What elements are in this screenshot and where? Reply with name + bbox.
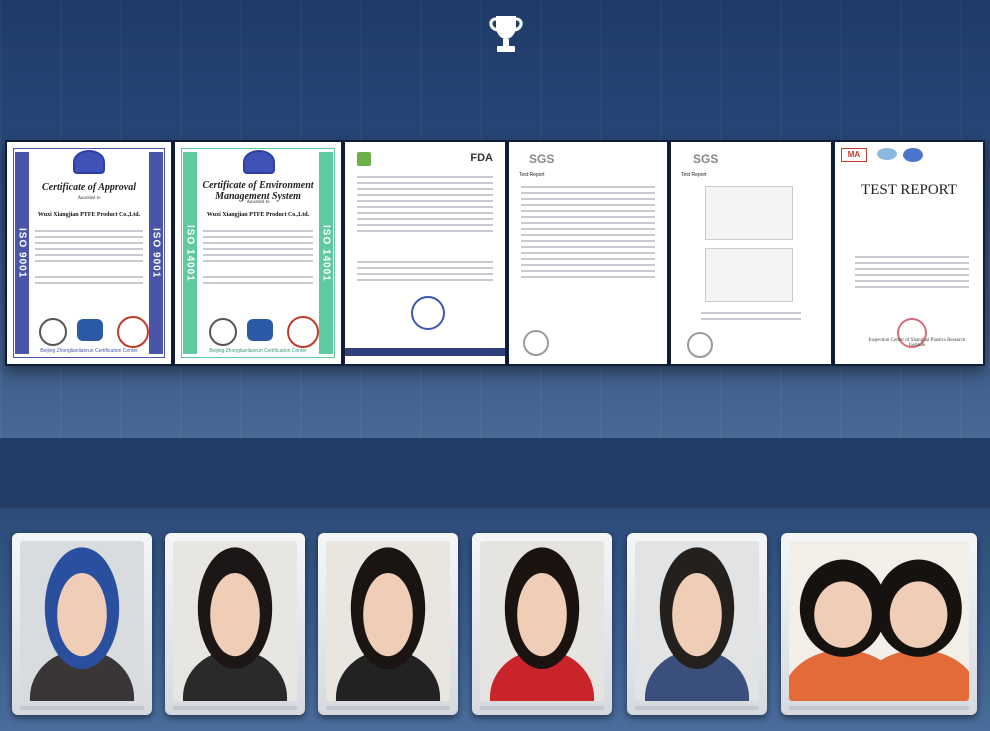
certificate-footer: Beijing Zhonglianlianrun Certification C… [40, 348, 138, 354]
certificate-awarded: Awarded to [77, 196, 101, 201]
certificate-sgs-report-2[interactable]: SGS Test Report [671, 142, 831, 364]
document-table [357, 257, 493, 297]
face [672, 573, 722, 657]
certificate-awarded: Awarded to [246, 200, 270, 205]
face [814, 581, 872, 648]
sgs-logo [523, 330, 549, 356]
staff-photo-6[interactable] [781, 533, 977, 715]
report-subhead: Test Report [519, 172, 545, 178]
staff-photo [326, 541, 450, 701]
accreditation-logo [903, 148, 923, 162]
staff-photo-1[interactable] [12, 533, 152, 715]
team-photo-row [0, 533, 990, 723]
certificate-footer: Beijing Zhonglianlianrun Certification C… [209, 348, 307, 354]
face [57, 573, 107, 657]
certificate-body-text [35, 226, 143, 268]
certificate-title: Certificate of Approval [41, 182, 137, 193]
iaf-logo [77, 319, 103, 341]
iaf-logo [247, 319, 273, 341]
red-seal [287, 316, 319, 348]
certificate-company: Wuxi Xiangjian PTFE Product Co.,Ltd. [206, 212, 310, 218]
certificate-company: Wuxi Xiangjian PTFE Product Co.,Ltd. [37, 212, 141, 218]
report-issuer: Inspection Center of Shanghai Plastics R… [868, 338, 966, 348]
face [889, 581, 948, 648]
certification-logo [209, 318, 237, 346]
sgs-brand: SGS [529, 152, 555, 166]
certificate-side-label: ISO 14001 [183, 152, 197, 354]
portrait-silhouette [789, 541, 969, 701]
portrait-silhouette [173, 541, 297, 701]
certificate-emblem [243, 150, 275, 174]
document-footer-bar [345, 348, 505, 356]
certificate-side-label: ISO 9001 [149, 152, 163, 354]
cma-stamp: MA [841, 148, 867, 162]
sample-photo [705, 248, 793, 302]
staff-photo [173, 541, 297, 701]
certificate-emblem [73, 150, 105, 174]
portrait-silhouette [635, 541, 759, 701]
red-seal [117, 316, 149, 348]
staff-photo-5[interactable] [627, 533, 767, 715]
report-fields [855, 252, 969, 302]
certificate-fda[interactable]: FDA [345, 142, 505, 364]
fda-brand: FDA [470, 152, 493, 164]
staff-photo-4[interactable] [472, 533, 612, 715]
portrait-silhouette [326, 541, 450, 701]
sgs-logo [687, 332, 713, 358]
certificate-side-label: ISO 14001 [319, 152, 333, 354]
staff-photo [20, 541, 144, 701]
document-body-text [357, 172, 493, 252]
trophy-icon [489, 16, 523, 52]
staff-photo [789, 541, 969, 701]
report-heading: TEST REPORT [861, 182, 957, 198]
staff-photo [635, 541, 759, 701]
certificate-sgs-report-1[interactable]: SGS Test Report [509, 142, 667, 364]
face [210, 573, 260, 657]
certificate-signatures [203, 272, 313, 292]
accreditation-logo [877, 148, 897, 160]
report-subhead: Test Report [681, 172, 707, 178]
portrait-silhouette [20, 541, 144, 701]
document-body-text [701, 308, 801, 322]
certificate-side-label: ISO 9001 [15, 152, 29, 354]
certificate-iso-14001[interactable]: ISO 14001 ISO 14001 Certificate of Envir… [175, 142, 341, 364]
staff-photo-2[interactable] [165, 533, 305, 715]
face [517, 573, 567, 657]
certification-logo [39, 318, 67, 346]
staff-photo [480, 541, 604, 701]
certificate-signatures [35, 272, 143, 292]
sgs-brand: SGS [693, 152, 719, 166]
certificate-strip: ISO 9001 ISO 9001 Certificate of Approva… [5, 140, 985, 366]
company-logo [357, 152, 371, 166]
certificate-test-report[interactable]: MA TEST REPORT Inspection Center of Shan… [835, 142, 983, 364]
divider-band [0, 438, 990, 508]
staff-photo-3[interactable] [318, 533, 458, 715]
certificate-iso-9001[interactable]: ISO 9001 ISO 9001 Certificate of Approva… [7, 142, 171, 364]
sample-photo [705, 186, 793, 240]
portrait-silhouette [480, 541, 604, 701]
certificate-title: Certificate of Environment Management Sy… [202, 180, 314, 202]
blue-seal [411, 296, 445, 330]
certificate-body-text [203, 226, 313, 268]
document-body-text [521, 182, 655, 302]
face [363, 573, 413, 657]
